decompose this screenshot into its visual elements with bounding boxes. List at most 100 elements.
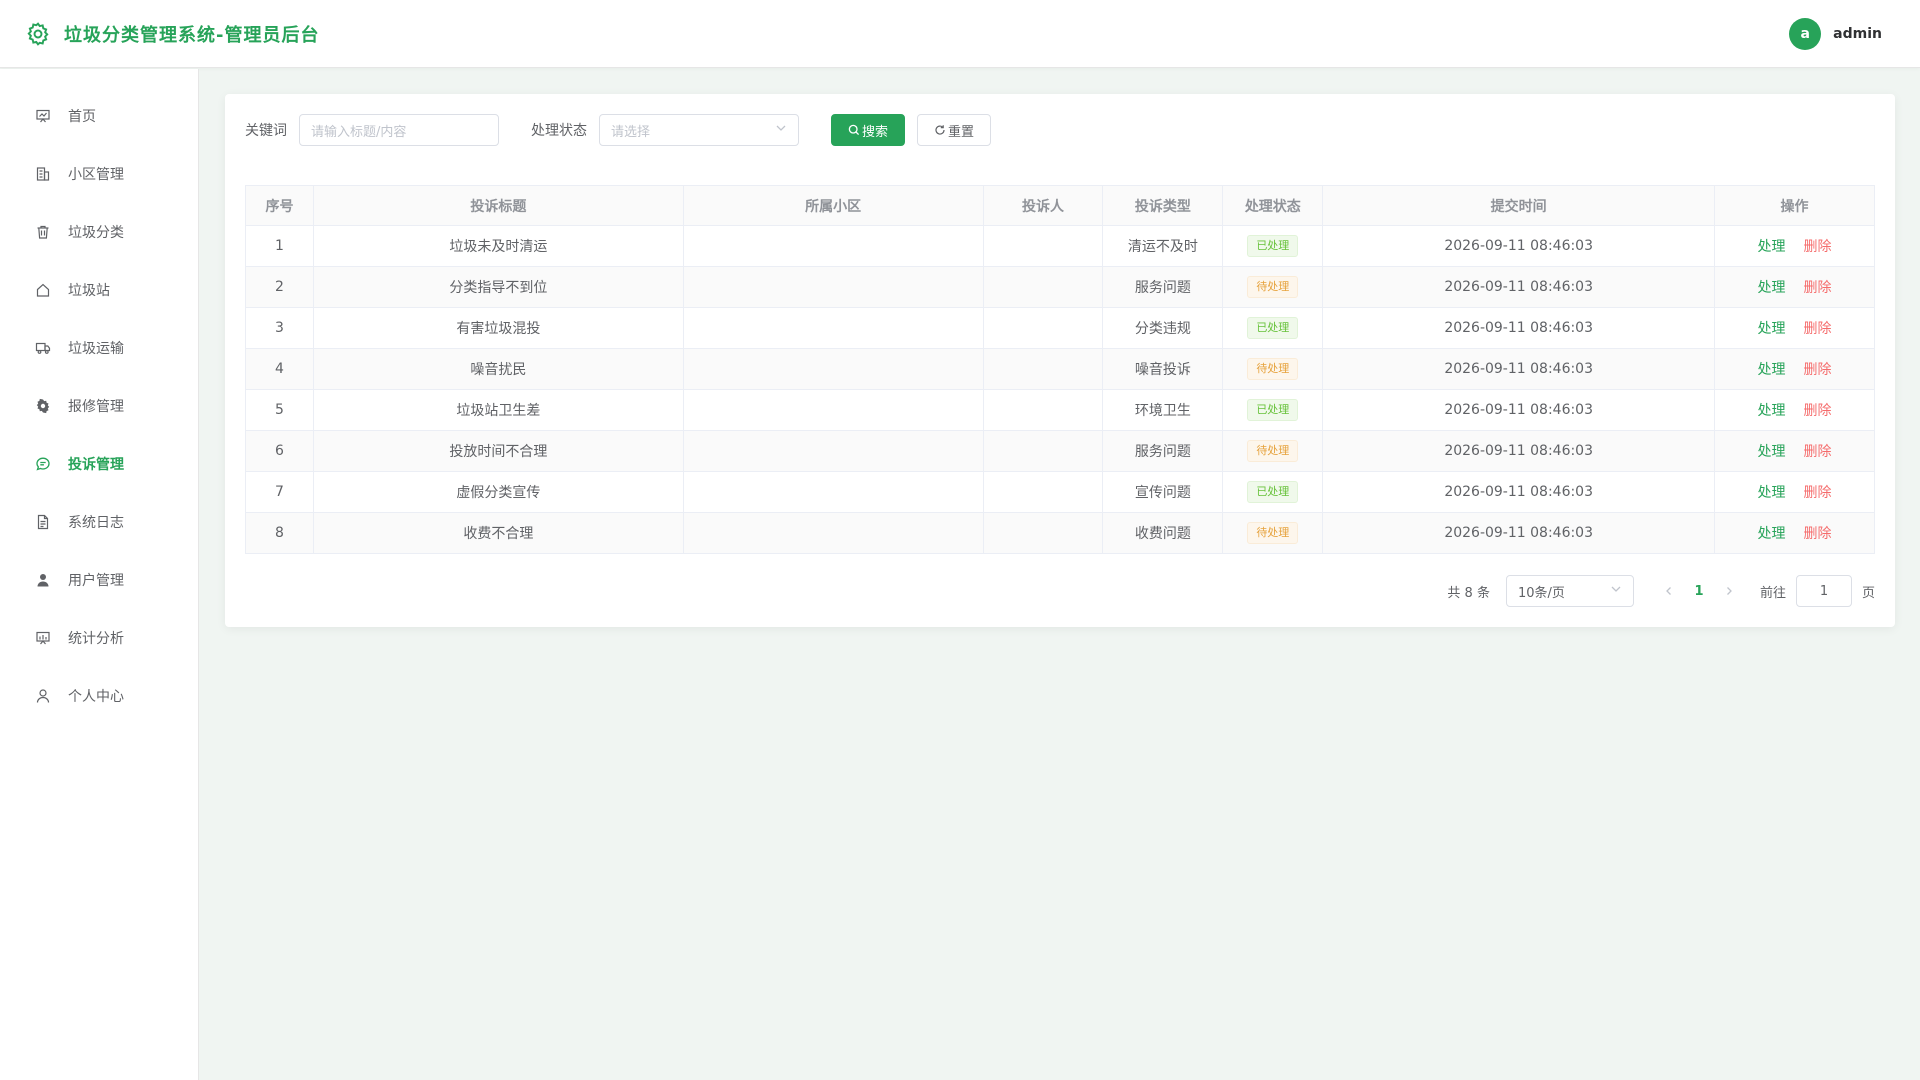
cell-complainant [982,348,1104,390]
sidebar-item-truck[interactable]: 垃圾运输 [0,319,198,377]
avatar[interactable]: a [1789,18,1822,50]
sidebar-item-label: 个人中心 [68,689,124,705]
delete-button[interactable]: 删除 [1804,239,1832,255]
cell-actions: 处理 删除 [1714,471,1875,513]
cell-title: 有害垃圾混投 [312,307,684,349]
process-button[interactable]: 处理 [1758,444,1786,460]
goto-page-input[interactable]: 1 [1795,575,1852,607]
delete-button[interactable]: 删除 [1804,485,1832,501]
reset-button[interactable]: 重置 [917,114,991,146]
cell-actions: 处理 删除 [1714,225,1875,267]
sidebar-item-label: 统计分析 [68,631,124,647]
cell-index: 4 [245,348,314,390]
cell-complainant [982,471,1104,513]
cell-type: 分类违规 [1102,307,1224,349]
cell-actions: 处理 删除 [1714,307,1875,349]
delete-button[interactable]: 删除 [1804,280,1832,296]
sidebar-item-label: 垃圾运输 [68,341,124,357]
sidebar-item-house[interactable]: 垃圾站 [0,261,198,319]
cell-community [682,512,984,554]
process-button[interactable]: 处理 [1758,321,1786,337]
sidebar-item-user-outline[interactable]: 个人中心 [0,667,198,725]
process-button[interactable]: 处理 [1758,403,1786,419]
column-header: 投诉类型 [1102,185,1224,226]
cell-type: 服务问题 [1102,430,1224,472]
status-label: 处理状态 [531,123,587,139]
column-header: 序号 [245,185,314,226]
cell-type: 收费问题 [1102,512,1224,554]
cell-title: 投放时间不合理 [312,430,684,472]
cell-complainant [982,266,1104,308]
sidebar-item-document[interactable]: 系统日志 [0,493,198,551]
cell-status: 已处理 [1222,471,1324,513]
cell-index: 2 [245,266,314,308]
cell-complainant [982,225,1104,267]
cell-complainant [982,307,1104,349]
cell-index: 7 [245,471,314,513]
prev-page-icon[interactable] [1654,575,1684,607]
chevron-down-icon [775,122,787,138]
column-header: 提交时间 [1322,185,1716,226]
status-placeholder: 请选择 [611,124,651,140]
cell-title: 收费不合理 [312,512,684,554]
cell-type: 服务问题 [1102,266,1224,308]
search-button[interactable]: 搜索 [831,114,905,146]
top-header: 垃圾分类管理系统-管理员后台 a admin [0,0,1920,68]
cell-type: 噪音投诉 [1102,348,1224,390]
page-size-select[interactable]: 10条/页 [1505,575,1634,607]
sidebar-item-dashboard[interactable]: 首页 [0,87,198,145]
house-icon [34,281,52,299]
sidebar-item-label: 首页 [68,109,96,125]
refresh-icon [934,124,946,136]
cell-status: 待处理 [1222,430,1324,472]
next-page-icon[interactable] [1714,575,1744,607]
sidebar-item-label: 报修管理 [68,399,124,415]
table-row: 4 噪音扰民 噪音投诉 待处理 2026-09-11 08:46:03 处理 删除 [245,348,1875,390]
delete-button[interactable]: 删除 [1804,321,1832,337]
delete-button[interactable]: 删除 [1804,403,1832,419]
cell-community [682,266,984,308]
process-button[interactable]: 处理 [1758,362,1786,378]
cell-status: 待处理 [1222,512,1324,554]
process-button[interactable]: 处理 [1758,280,1786,296]
goto-suffix: 页 [1861,585,1875,601]
table-row: 2 分类指导不到位 服务问题 待处理 2026-09-11 08:46:03 处理 删除 [245,266,1875,308]
user-outline-icon [34,687,52,705]
sidebar-item-trash[interactable]: 垃圾分类 [0,203,198,261]
user-filled-icon [34,571,52,589]
cell-title: 垃圾站卫生差 [312,389,684,431]
cell-title: 垃圾未及时清运 [312,225,684,267]
sidebar-item-gear[interactable]: 报修管理 [0,377,198,435]
trash-icon [34,223,52,241]
goto-label: 前往 [1759,585,1786,601]
sidebar-item-chat[interactable]: 投诉管理 [0,435,198,493]
process-button[interactable]: 处理 [1758,239,1786,255]
sidebar-item-label: 垃圾站 [68,283,110,299]
delete-button[interactable]: 删除 [1804,526,1832,542]
sidebar-item-user-filled[interactable]: 用户管理 [0,551,198,609]
cell-community [682,430,984,472]
cell-time: 2026-09-11 08:46:03 [1322,389,1716,431]
sidebar-item-chart-board[interactable]: 统计分析 [0,609,198,667]
cell-time: 2026-09-11 08:46:03 [1322,225,1716,267]
column-header: 操作 [1714,185,1875,226]
sidebar-item-building[interactable]: 小区管理 [0,145,198,203]
process-button[interactable]: 处理 [1758,485,1786,501]
user-menu[interactable]: a admin [1789,0,1882,68]
cell-title: 噪音扰民 [312,348,684,390]
sidebar-item-label: 系统日志 [68,515,124,531]
sidebar-item-label: 垃圾分类 [68,225,124,241]
process-button[interactable]: 处理 [1758,526,1786,542]
cell-time: 2026-09-11 08:46:03 [1322,471,1716,513]
app-title: 垃圾分类管理系统-管理员后台 [64,25,320,46]
keyword-input[interactable]: 请输入标题/内容 [299,114,499,146]
status-badge: 待处理 [1247,522,1299,544]
status-select[interactable]: 请选择 [599,114,799,146]
username[interactable]: admin [1833,26,1882,42]
delete-button[interactable]: 删除 [1804,362,1832,378]
status-badge: 已处理 [1247,481,1299,503]
delete-button[interactable]: 删除 [1804,444,1832,460]
table-row: 6 投放时间不合理 服务问题 待处理 2026-09-11 08:46:03 处理 删除 [245,430,1875,472]
page-number[interactable]: 1 [1684,575,1714,607]
goto-page-value: 1 [1819,583,1829,599]
